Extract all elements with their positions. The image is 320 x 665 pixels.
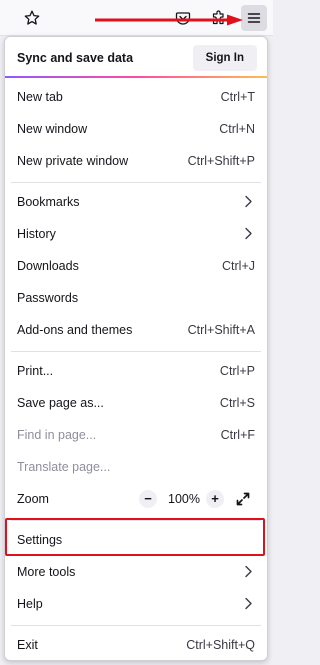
- app-menu-panel: Sync and save data Sign In New tab Ctrl+…: [4, 36, 268, 661]
- menu-item-label: New window: [17, 122, 88, 136]
- menu-item-more-tools[interactable]: More tools: [5, 556, 267, 588]
- menu-item-passwords[interactable]: Passwords: [5, 282, 267, 314]
- fullscreen-icon: [236, 492, 250, 506]
- bookmark-star-button[interactable]: [19, 5, 45, 31]
- chevron-right-icon: [245, 195, 252, 208]
- menu-item-new-private-window[interactable]: New private window Ctrl+Shift+P: [5, 145, 267, 177]
- zoom-in-button[interactable]: +: [205, 483, 225, 515]
- chevron-right-icon: [245, 565, 252, 578]
- menu-item-label: History: [17, 227, 56, 241]
- zoom-row: Zoom − 100% +: [5, 483, 267, 515]
- menu-item-shortcut: Ctrl+Shift+A: [187, 323, 255, 337]
- menu-item-exit[interactable]: Exit Ctrl+Shift+Q: [5, 629, 267, 660]
- menu-item-new-window[interactable]: New window Ctrl+N: [5, 113, 267, 145]
- menu-item-label: Print...: [17, 364, 54, 378]
- menu-item-label: Help: [17, 597, 43, 611]
- sync-row: Sync and save data Sign In: [5, 43, 267, 73]
- zoom-out-button[interactable]: −: [138, 483, 158, 515]
- annotation-arrow-icon: [95, 14, 243, 26]
- chevron-right-icon: [245, 597, 252, 610]
- menu-item-label: Exit: [17, 638, 38, 652]
- menu-item-settings[interactable]: Settings: [5, 524, 267, 556]
- zoom-out-icon: −: [139, 490, 157, 508]
- menu-item-label: Add-ons and themes: [17, 323, 133, 337]
- menu-item-shortcut: Ctrl+Shift+Q: [186, 638, 255, 652]
- menu-item-history[interactable]: History: [5, 218, 267, 250]
- menu-item-label: Find in page...: [17, 428, 97, 442]
- menu-item-shortcut: Ctrl+S: [219, 396, 255, 410]
- zoom-in-icon: +: [206, 490, 224, 508]
- menu-item-shortcut: Ctrl+T: [220, 90, 255, 104]
- menu-separator: [11, 625, 261, 626]
- menu-item-add-ons-and-themes[interactable]: Add-ons and themes Ctrl+Shift+A: [5, 314, 267, 346]
- sync-accent-line: [5, 76, 267, 78]
- menu-item-label: Settings: [17, 533, 63, 547]
- sign-in-button[interactable]: Sign In: [192, 45, 257, 71]
- menu-item-bookmarks[interactable]: Bookmarks: [5, 186, 267, 218]
- menu-separator: [11, 182, 261, 183]
- sync-label: Sync and save data: [17, 51, 134, 65]
- menu-item-label: Save page as...: [17, 396, 104, 410]
- menu-item-print[interactable]: Print... Ctrl+P: [5, 355, 267, 387]
- menu-item-shortcut: Ctrl+J: [222, 259, 255, 273]
- menu-item-translate-page: Translate page...: [5, 451, 267, 483]
- zoom-reset-button[interactable]: 100%: [163, 483, 205, 515]
- menu-item-label: New private window: [17, 154, 129, 168]
- zoom-label: Zoom: [17, 492, 49, 506]
- menu-item-downloads[interactable]: Downloads Ctrl+J: [5, 250, 267, 282]
- menu-item-label: Bookmarks: [17, 195, 80, 209]
- menu-item-shortcut: Ctrl+F: [220, 428, 255, 442]
- menu-item-save-page-as[interactable]: Save page as... Ctrl+S: [5, 387, 267, 419]
- menu-separator: [11, 351, 261, 352]
- menu-item-find-in-page: Find in page... Ctrl+F: [5, 419, 267, 451]
- hamburger-menu-icon: [247, 13, 261, 23]
- menu-item-new-tab[interactable]: New tab Ctrl+T: [5, 81, 267, 113]
- menu-item-label: Passwords: [17, 291, 79, 305]
- menu-item-shortcut: Ctrl+N: [219, 122, 255, 136]
- menu-item-shortcut: Ctrl+Shift+P: [187, 154, 255, 168]
- menu-item-label: More tools: [17, 565, 76, 579]
- star-icon: [24, 10, 40, 25]
- menu-item-help[interactable]: Help: [5, 588, 267, 620]
- menu-item-label: Downloads: [17, 259, 79, 273]
- menu-item-label: Translate page...: [17, 460, 111, 474]
- menu-item-shortcut: Ctrl+P: [219, 364, 255, 378]
- fullscreen-button[interactable]: [233, 483, 253, 515]
- menu-item-label: New tab: [17, 90, 63, 104]
- menu-separator: [11, 520, 261, 521]
- chevron-right-icon: [245, 227, 252, 240]
